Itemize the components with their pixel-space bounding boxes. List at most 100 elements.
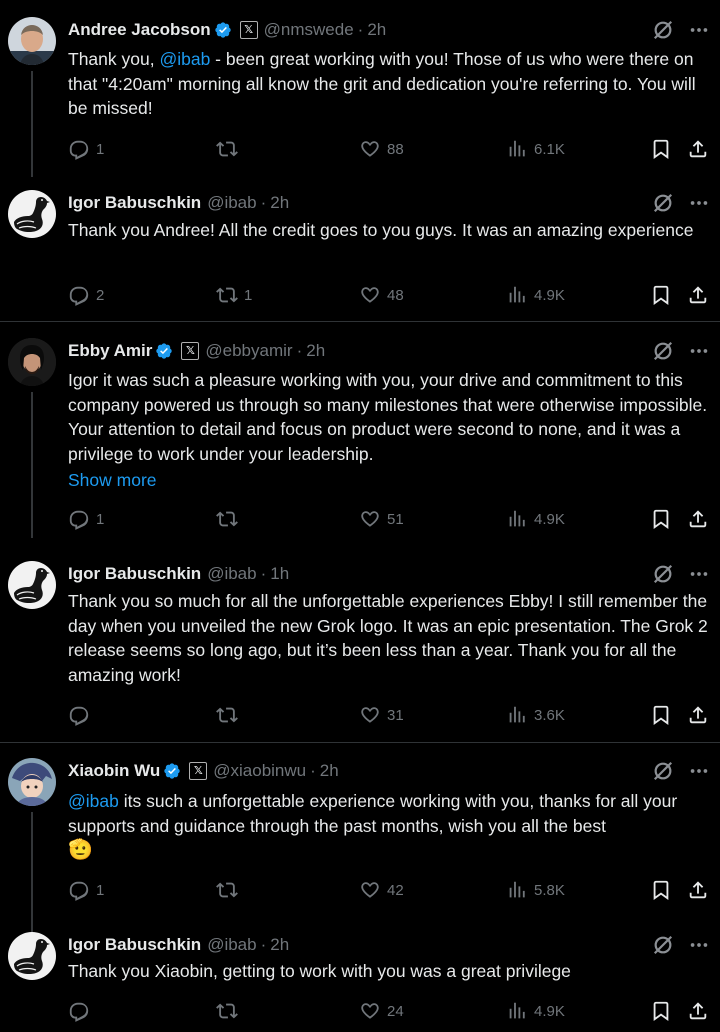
views-button[interactable]: 4.9K: [506, 284, 565, 306]
avatar[interactable]: [8, 338, 56, 386]
grok-icon[interactable]: [652, 934, 674, 956]
like-button[interactable]: 31: [359, 704, 404, 726]
retweet-button[interactable]: [216, 879, 244, 901]
avatar[interactable]: [8, 561, 56, 609]
author-name[interactable]: Igor Babuschkin: [68, 193, 201, 213]
avatar[interactable]: [8, 190, 56, 238]
timestamp[interactable]: 2h: [306, 341, 325, 361]
author-handle[interactable]: @ibab: [207, 193, 256, 213]
views-button[interactable]: 5.8K: [506, 879, 565, 901]
author-handle[interactable]: @ebbyamir: [205, 341, 292, 361]
timestamp[interactable]: 2h: [320, 761, 339, 781]
share-button[interactable]: [687, 508, 709, 530]
views-icon: [506, 704, 528, 726]
author-handle[interactable]: @nmswede: [264, 20, 354, 40]
tweet-header: Igor Babuschkin @ibab · 1h: [68, 561, 620, 587]
retweet-icon: [216, 508, 238, 530]
author-name[interactable]: Igor Babuschkin: [68, 564, 201, 584]
bookmark-button[interactable]: [650, 1000, 672, 1022]
more-icon[interactable]: [688, 934, 710, 956]
view-count: 3.6K: [534, 706, 565, 724]
more-icon[interactable]: [688, 563, 710, 585]
bookmark-button[interactable]: [650, 284, 672, 306]
author-name[interactable]: Xiaobin Wu: [68, 761, 160, 781]
timestamp[interactable]: 2h: [270, 935, 289, 955]
more-icon[interactable]: [688, 19, 710, 41]
timestamp[interactable]: 2h: [367, 20, 386, 40]
retweet-icon: [216, 879, 238, 901]
more-icon[interactable]: [688, 340, 710, 362]
retweet-button[interactable]: [216, 1000, 244, 1022]
reply-button[interactable]: 1: [68, 879, 104, 901]
retweet-icon: [216, 1000, 238, 1022]
like-button[interactable]: 48: [359, 284, 404, 306]
views-button[interactable]: 4.9K: [506, 508, 565, 530]
tweet[interactable]: Xiaobin Wu 𝕏 @xiaobinwu · 2h @ibab its s…: [0, 758, 720, 932]
heart-icon: [359, 1000, 381, 1022]
more-icon[interactable]: [688, 192, 710, 214]
grok-icon[interactable]: [652, 192, 674, 214]
author-handle[interactable]: @ibab: [207, 564, 256, 584]
timestamp[interactable]: 2h: [270, 193, 289, 213]
like-button[interactable]: 88: [359, 138, 404, 160]
author-name[interactable]: Igor Babuschkin: [68, 935, 201, 955]
like-button[interactable]: 24: [359, 1000, 404, 1022]
share-button[interactable]: [687, 284, 709, 306]
tweet-text: Thank you, @ibab - been great working wi…: [68, 47, 710, 121]
like-count: 31: [387, 706, 404, 724]
bookmark-button[interactable]: [650, 879, 672, 901]
grok-icon[interactable]: [652, 19, 674, 41]
avatar[interactable]: [8, 17, 56, 65]
tweet[interactable]: Igor Babuschkin @ibab · 2h Thank you And…: [0, 190, 720, 310]
author-name[interactable]: Ebby Amir: [68, 341, 152, 361]
views-button[interactable]: 6.1K: [506, 138, 565, 160]
share-button[interactable]: [687, 879, 709, 901]
retweet-button[interactable]: [216, 704, 244, 726]
share-button[interactable]: [687, 704, 709, 726]
avatar[interactable]: [8, 758, 56, 806]
reply-button[interactable]: 1: [68, 508, 104, 530]
author-handle[interactable]: @ibab: [207, 935, 256, 955]
views-button[interactable]: 3.6K: [506, 704, 565, 726]
tweet[interactable]: Igor Babuschkin @ibab · 1h Thank you so …: [0, 561, 720, 731]
views-button[interactable]: 4.9K: [506, 1000, 565, 1022]
show-more-link[interactable]: Show more: [68, 468, 710, 493]
goose-avatar-icon: [8, 932, 56, 980]
tweet[interactable]: Andree Jacobson 𝕏 @nmswede · 2h Thank yo…: [0, 17, 720, 177]
thread-line: [31, 71, 33, 177]
mention-link[interactable]: @ibab: [159, 49, 210, 69]
author-handle[interactable]: @xiaobinwu: [213, 761, 306, 781]
share-button[interactable]: [687, 138, 709, 160]
retweet-button[interactable]: 1: [216, 284, 252, 306]
bookmark-button[interactable]: [650, 138, 672, 160]
mention-link[interactable]: @ibab: [68, 791, 119, 811]
reply-icon: [68, 879, 90, 901]
separator-dot: ·: [260, 935, 267, 954]
bookmark-button[interactable]: [650, 704, 672, 726]
reply-button[interactable]: [68, 704, 96, 726]
tweet[interactable]: Ebby Amir 𝕏 @ebbyamir · 2h Igor it was s…: [0, 338, 720, 538]
reply-button[interactable]: [68, 1000, 96, 1022]
retweet-button[interactable]: [216, 138, 244, 160]
share-button[interactable]: [687, 1000, 709, 1022]
separator-dot: ·: [357, 20, 364, 39]
views-icon: [506, 508, 528, 530]
x-logo-icon: 𝕏: [181, 342, 200, 360]
reply-button[interactable]: 1: [68, 138, 104, 160]
tweet[interactable]: Igor Babuschkin @ibab · 2h Thank you Xia…: [0, 932, 720, 1032]
like-button[interactable]: 51: [359, 508, 404, 530]
goose-avatar-icon: [8, 561, 56, 609]
person-avatar-icon: [8, 17, 56, 65]
grok-icon[interactable]: [652, 563, 674, 585]
like-button[interactable]: 42: [359, 879, 404, 901]
more-icon[interactable]: [688, 760, 710, 782]
author-name[interactable]: Andree Jacobson: [68, 20, 211, 40]
grok-icon[interactable]: [652, 340, 674, 362]
avatar[interactable]: [8, 932, 56, 980]
bookmark-button[interactable]: [650, 508, 672, 530]
tweet-divider: [0, 742, 720, 743]
reply-button[interactable]: 2: [68, 284, 104, 306]
grok-icon[interactable]: [652, 760, 674, 782]
timestamp[interactable]: 1h: [270, 564, 289, 584]
retweet-button[interactable]: [216, 508, 244, 530]
